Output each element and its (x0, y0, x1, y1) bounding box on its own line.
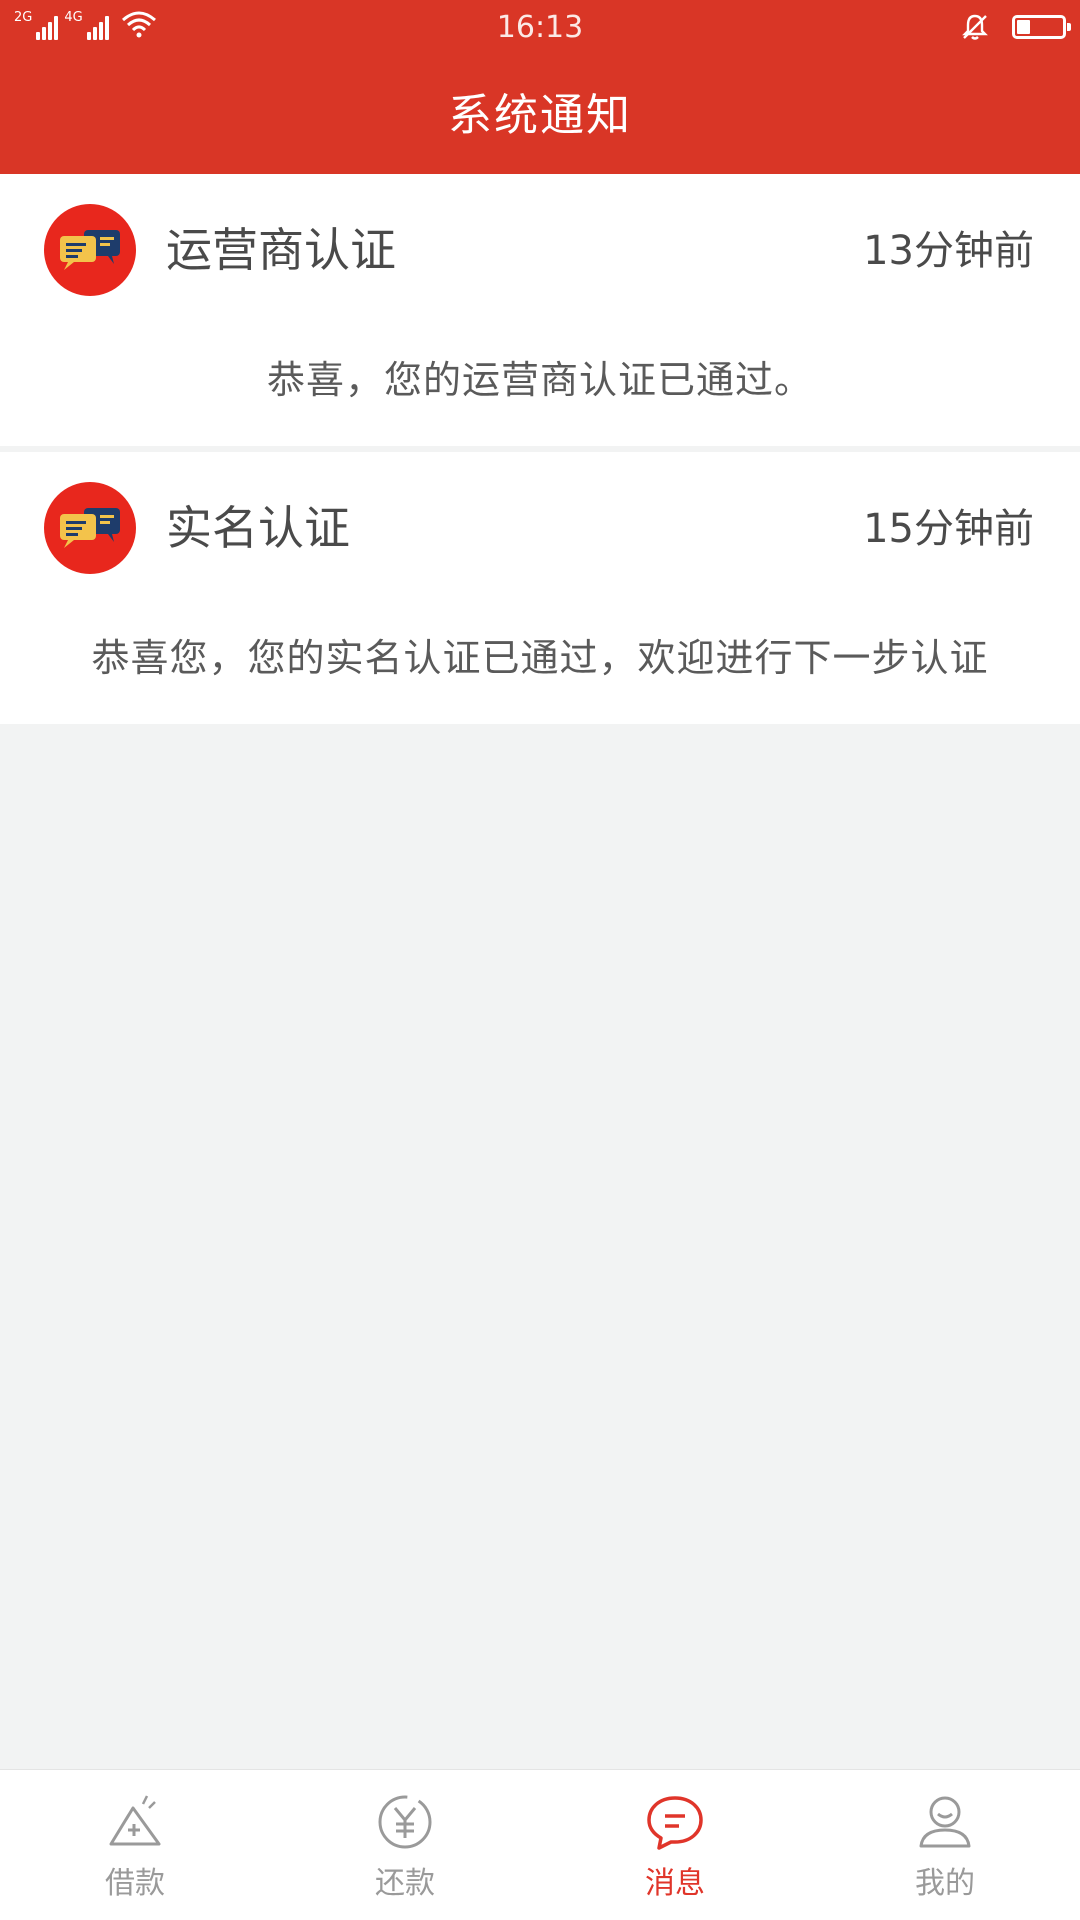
tab-loan[interactable]: 借款 (0, 1770, 270, 1920)
tab-profile[interactable]: 我的 (810, 1770, 1080, 1920)
message-avatar-icon (44, 482, 136, 574)
tab-message[interactable]: 消息 (540, 1770, 810, 1920)
bottom-tab-bar: 借款 还款 消息 我的 (0, 1769, 1080, 1920)
tab-label: 消息 (645, 1866, 705, 1901)
notification-time: 13分钟前 (863, 228, 1034, 274)
repay-icon (378, 1795, 432, 1849)
notification-time: 15分钟前 (863, 506, 1034, 552)
chat-bubbles-icon (60, 508, 120, 548)
notification-title: 运营商认证 (166, 223, 396, 277)
battery-icon (1012, 15, 1071, 39)
tab-label: 还款 (375, 1866, 435, 1901)
screen: 2G 4G 16:13 系统通知 运营商认证 13分钟前 恭喜，您的运营商认证已… (0, 0, 1080, 1920)
notification-message: 恭喜，您的运营商认证已通过。 (266, 358, 813, 402)
chat-bubbles-icon (60, 230, 120, 270)
message-icon (647, 1796, 703, 1850)
message-avatar-icon (44, 204, 136, 296)
notification-title: 实名认证 (166, 501, 350, 555)
status-time: 16:13 (496, 10, 584, 45)
status-bar: 2G 4G 16:13 (0, 0, 1080, 56)
top-bar: 2G 4G 16:13 系统通知 (0, 0, 1080, 174)
notification-card[interactable]: 运营商认证 13分钟前 恭喜，您的运营商认证已通过。 (0, 174, 1080, 446)
profile-icon (919, 1796, 971, 1848)
loan-icon (109, 1795, 161, 1846)
tab-label: 借款 (105, 1866, 165, 1901)
tab-repay[interactable]: 还款 (270, 1770, 540, 1920)
notification-card[interactable]: 实名认证 15分钟前 恭喜您，您的实名认证已通过，欢迎进行下一步认证 (0, 452, 1080, 724)
status-right (960, 12, 1071, 42)
page-title: 系统通知 (448, 90, 632, 141)
tab-label: 我的 (915, 1866, 975, 1901)
notification-list: 运营商认证 13分钟前 恭喜，您的运营商认证已通过。 实名认证 15分钟前 恭喜… (0, 174, 1080, 724)
bell-muted-icon (962, 14, 988, 40)
notification-message: 恭喜您，您的实名认证已通过，欢迎进行下一步认证 (91, 636, 989, 680)
battery-fill (1017, 20, 1031, 34)
